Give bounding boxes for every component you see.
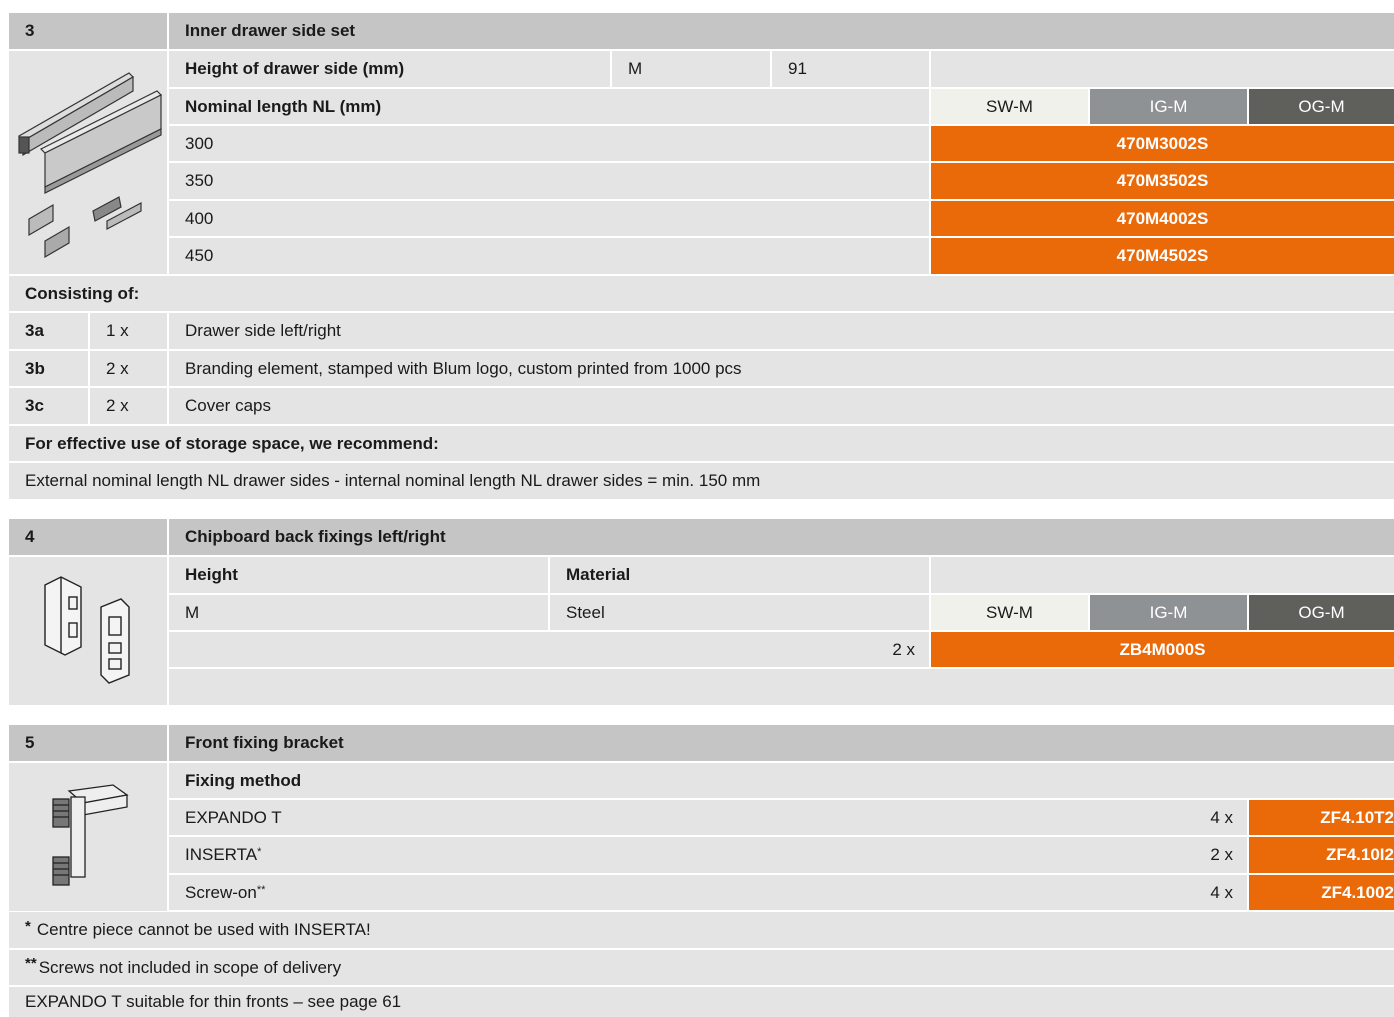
part-desc: Drawer side left/right	[169, 313, 1394, 349]
footnote-mark: **	[256, 883, 266, 896]
footnote-text: Centre piece cannot be used with INSERTA…	[36, 920, 371, 939]
footnote-mark: **	[25, 955, 37, 972]
drawer-side-set-image	[9, 51, 167, 274]
fixing-method-label: Fixing method	[169, 763, 1394, 798]
length-450: 450	[169, 238, 929, 274]
quantity: 2 x	[1210, 845, 1233, 864]
color-og-m: OG-M	[1249, 595, 1394, 630]
nominal-length-label: Nominal length NL (mm)	[169, 89, 929, 124]
empty-cell	[931, 51, 1394, 87]
quantity: 4 x	[1210, 807, 1233, 827]
order-code[interactable]: ZB4M000S	[931, 632, 1394, 667]
column-height: Height	[169, 557, 548, 593]
section-title: Front fixing bracket	[169, 725, 1394, 761]
part-qty: 1 x	[90, 313, 167, 349]
section-number: 4	[9, 519, 167, 555]
order-code[interactable]: ZF4.10T2	[1249, 800, 1394, 835]
footnote-text: Screws not included in scope of delivery	[38, 957, 342, 977]
footnote: EXPANDO T suitable for thin fronts – see…	[9, 987, 1394, 1017]
consisting-of-label: Consisting of:	[9, 276, 1394, 311]
footnote-text: EXPANDO T suitable for thin fronts – see…	[25, 992, 402, 1011]
quantity: 4 x	[1210, 882, 1233, 902]
fixing-method: Screw-on **	[169, 875, 1247, 910]
section-title: Inner drawer side set	[169, 13, 1394, 49]
height-value: M	[169, 595, 548, 630]
color-sw-m: SW-M	[931, 595, 1088, 630]
column-material: Material	[550, 557, 929, 593]
part-qty: 2 x	[90, 388, 167, 424]
drawer-height-code: M	[612, 51, 770, 87]
order-code[interactable]: 470M3002S	[931, 126, 1394, 161]
part-desc: Cover caps	[169, 388, 1394, 424]
order-code[interactable]: 470M4002S	[931, 201, 1394, 236]
part-id: 3c	[9, 388, 88, 424]
empty-cell	[931, 557, 1394, 593]
drawer-height-label: Height of drawer side (mm)	[169, 51, 610, 87]
empty-row	[169, 669, 1394, 705]
footnote-mark: *	[257, 846, 262, 858]
quantity: 2 x	[169, 632, 929, 667]
order-code[interactable]: ZF4.10I2	[1249, 837, 1394, 873]
drawer-height-value: 91	[772, 51, 929, 87]
part-qty: 2 x	[90, 351, 167, 386]
order-code[interactable]: ZF4.1002	[1249, 875, 1394, 910]
method-name: EXPANDO T	[185, 807, 282, 827]
length-400: 400	[169, 201, 929, 236]
footnote: * Centre piece cannot be used with INSERT…	[9, 912, 1394, 948]
section-number: 3	[9, 13, 167, 49]
length-300: 300	[169, 126, 929, 161]
footnote: ** Screws not included in scope of delive…	[9, 950, 1394, 985]
color-ig-m: IG-M	[1090, 89, 1247, 124]
footnote-mark: *	[25, 917, 31, 935]
order-code[interactable]: 470M4502S	[931, 238, 1394, 274]
fixing-method: EXPANDO T	[169, 800, 1247, 835]
recommend-text: External nominal length NL drawer sides …	[9, 463, 1394, 499]
color-ig-m: IG-M	[1090, 595, 1247, 630]
section-number: 5	[9, 725, 167, 761]
part-id: 3a	[9, 313, 88, 349]
color-sw-m: SW-M	[931, 89, 1088, 124]
length-350: 350	[169, 163, 929, 199]
recommend-label: For effective use of storage space, we r…	[9, 426, 1394, 461]
section-title: Chipboard back fixings left/right	[169, 519, 1394, 555]
fixing-method: INSERTA *	[169, 837, 1247, 873]
material-value: Steel	[550, 595, 929, 630]
front-bracket-image	[9, 763, 167, 911]
color-og-m: OG-M	[1249, 89, 1394, 124]
part-id: 3b	[9, 351, 88, 386]
part-desc: Branding element, stamped with Blum logo…	[169, 351, 1394, 386]
back-fixing-image	[9, 557, 167, 705]
method-name: Screw-on	[185, 882, 257, 902]
method-name: INSERTA	[185, 845, 258, 864]
order-code[interactable]: 470M3502S	[931, 163, 1394, 199]
